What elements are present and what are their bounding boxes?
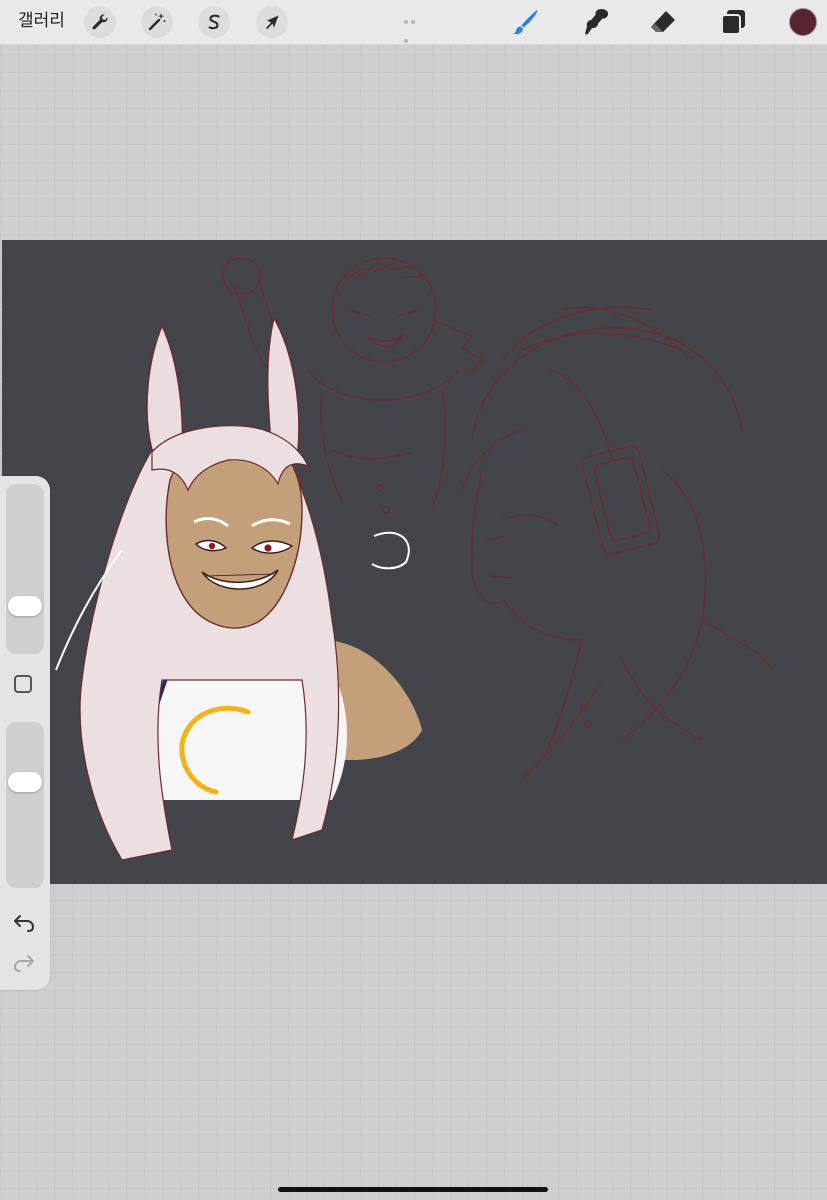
opacity-thumb[interactable] bbox=[8, 772, 42, 793]
magic-wand-icon bbox=[148, 13, 166, 31]
brush-size-thumb[interactable] bbox=[8, 595, 42, 616]
brush-tool-button[interactable] bbox=[510, 7, 540, 37]
left-sidebar bbox=[0, 476, 50, 990]
smudge-icon bbox=[585, 9, 609, 35]
brush-size-slider[interactable] bbox=[6, 484, 44, 654]
adjustments-button[interactable] bbox=[141, 6, 173, 38]
wrench-icon bbox=[92, 14, 108, 30]
arrow-cursor-icon bbox=[266, 15, 279, 29]
eraser-tool-button[interactable] bbox=[648, 7, 678, 37]
layers-button[interactable] bbox=[718, 7, 748, 37]
redo-icon bbox=[13, 955, 34, 972]
artwork bbox=[55, 257, 773, 861]
square-modifier-icon[interactable] bbox=[14, 675, 32, 693]
drawing-canvas[interactable] bbox=[2, 240, 827, 884]
actions-button[interactable] bbox=[84, 6, 116, 38]
brush-icon bbox=[513, 10, 538, 35]
transform-button[interactable] bbox=[256, 6, 288, 38]
selection-button[interactable] bbox=[198, 6, 230, 38]
smudge-tool-button[interactable] bbox=[581, 7, 611, 37]
redo-button[interactable] bbox=[12, 952, 36, 974]
home-indicator[interactable] bbox=[278, 1187, 548, 1192]
gallery-button[interactable]: 갤러리 bbox=[18, 9, 65, 33]
sketch-figure-right bbox=[461, 306, 773, 781]
layers-icon bbox=[721, 10, 745, 35]
top-toolbar: 갤러리 bbox=[0, 0, 827, 45]
eraser-icon bbox=[651, 11, 675, 32]
undo-icon bbox=[14, 915, 35, 932]
color-picker-button[interactable] bbox=[789, 8, 817, 36]
undo-button[interactable] bbox=[12, 912, 36, 934]
opacity-slider[interactable] bbox=[6, 722, 44, 888]
selection-s-icon bbox=[207, 14, 220, 30]
toolbar-grabber[interactable] bbox=[404, 9, 424, 43]
